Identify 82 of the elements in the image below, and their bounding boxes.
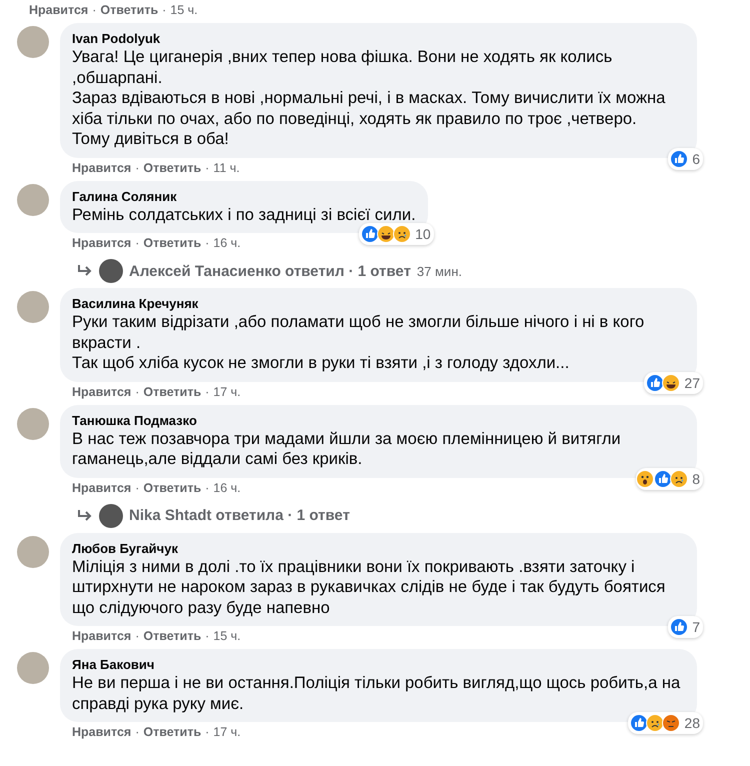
comment-text: Не ви перша і не ви остання.Поліція тільки робить вигляд,що щось робить,а на справді рука руку миє. [72,673,682,714]
reply-arrow-icon [77,510,93,522]
comment-text: Зараз вдіваються в нові ,нормальні речі, і в масках. Тому вичислити їх можна хіба тільки по очах, або по поведінці, ходять як правило по троє ,четверо. [72,88,666,129]
comment-author[interactable]: Галина Соляник [72,188,416,204]
comment-time: 11 ч. [213,160,240,176]
crying-face-icon [393,225,412,243]
replies-link[interactable]: Алексей Танасиенко ответил · 1 ответ [129,262,411,280]
separator-dot: · [205,724,210,740]
laughing-face-icon [662,374,680,392]
comment-time: 16 ч. [213,235,241,251]
thumbs-up-icon [654,470,672,488]
reply-link[interactable]: Ответить [143,480,202,496]
like-link[interactable]: Нравится [72,628,132,644]
thumbs-up-icon [361,225,380,243]
separator-dot: · [205,160,210,176]
separator-dot: · [92,2,96,18]
reactions-badge[interactable]: 10 [359,223,434,245]
comment-time: 15 ч. [213,628,241,644]
reply-time: 37 мин. [416,264,462,278]
avatar[interactable] [17,408,49,440]
separator-dot: · [135,235,140,251]
crying-face-icon [670,470,688,488]
comment-time: 17 ч. [213,384,241,400]
separator-dot: · [135,628,140,644]
separator-dot: · [135,384,140,400]
comment-author[interactable]: Ivan Podolyuk [72,30,685,47]
avatar [99,504,123,528]
comment-text: Міліція з ними в долі .то їх працівники вони їх покривають .взяти заточку і штирхнути не нароком зараз в рукавичках слідів не буде і так будуть боятися що слідуючого разу буде напевно [72,556,666,618]
avatar[interactable] [17,291,49,323]
thumbs-up-icon [670,618,688,636]
avatar [99,259,123,283]
comment-time: 15 ч. [170,2,198,18]
avatar[interactable] [17,26,49,58]
comment-author[interactable]: Яна Бакович [72,656,685,673]
separator-dot: · [205,235,210,251]
thumbs-up-icon [670,150,688,168]
comment-text: Увага! Це циганерія ,вних тепер нова фішка. Вони не ходять як колись ,обшарпані. [72,47,614,88]
comment-text: В нас теж позавчора три мадами йшли за моєю племінницею й витягли гаманець,але віддали самі без криків. [72,428,622,470]
avatar[interactable] [17,536,49,568]
thumbs-up-icon [630,714,648,732]
comment-author[interactable]: Любов Бугайчук [72,540,685,556]
separator-dot: · [135,480,140,496]
like-link[interactable]: Нравится [29,2,88,18]
like-link[interactable]: Нравится [72,160,132,176]
reply-link[interactable]: Ответить [143,384,202,400]
reply-link[interactable]: Ответить [143,235,202,251]
separator-dot: · [135,724,140,740]
reply-link[interactable]: Ответить [143,628,202,644]
reply-link[interactable]: Ответить [100,2,158,18]
avatar[interactable] [17,184,49,216]
reply-link[interactable]: Ответить [143,160,202,176]
comment-time: 17 ч. [213,724,241,740]
comment-text: Так щоб хліба кусок не змогли в руки ті взяти ,і з голоду здохли... [72,353,570,374]
crying-face-icon [646,714,664,732]
comment-author[interactable]: Танюшка Подмазко [72,412,685,428]
reply-arrow-icon [77,265,93,277]
separator-dot: · [205,384,210,400]
angry-face-icon [662,714,680,732]
avatar[interactable] [17,652,49,684]
like-link[interactable]: Нравится [72,724,132,740]
comment-text: Ремінь солдатських і по задниці зі всієї сили. [72,204,416,225]
comment-author[interactable]: Василина Кречуняк [72,295,685,312]
replies-link[interactable]: Nika Shtadt ответила · 1 ответ [129,507,350,524]
comment-time: 16 ч. [213,480,241,496]
like-link[interactable]: Нравится [72,480,132,496]
laughing-face-icon [377,225,396,243]
like-link[interactable]: Нравится [72,235,132,251]
separator-dot: · [205,628,210,644]
reactions-badge[interactable]: 6 [668,148,703,170]
comment-text: Руки таким відрізати ,або поламати щоб не змогли більше нічого і ні в кого вкрасти . [72,312,646,353]
comment-text: Тому дивіться в оба! [72,129,230,150]
reactions-badge[interactable]: 27 [644,372,703,394]
like-link[interactable]: Нравится [72,384,132,400]
surprised-face-icon [636,470,654,488]
separator-dot: · [135,160,140,176]
reactions-badge[interactable]: 7 [668,616,703,638]
reactions-badge[interactable]: 28 [628,712,703,734]
separator-dot: · [162,2,166,18]
reply-link[interactable]: Ответить [143,724,202,740]
thumbs-up-icon [646,374,664,392]
separator-dot: · [205,480,210,496]
reactions-badge[interactable]: 8 [636,468,703,490]
